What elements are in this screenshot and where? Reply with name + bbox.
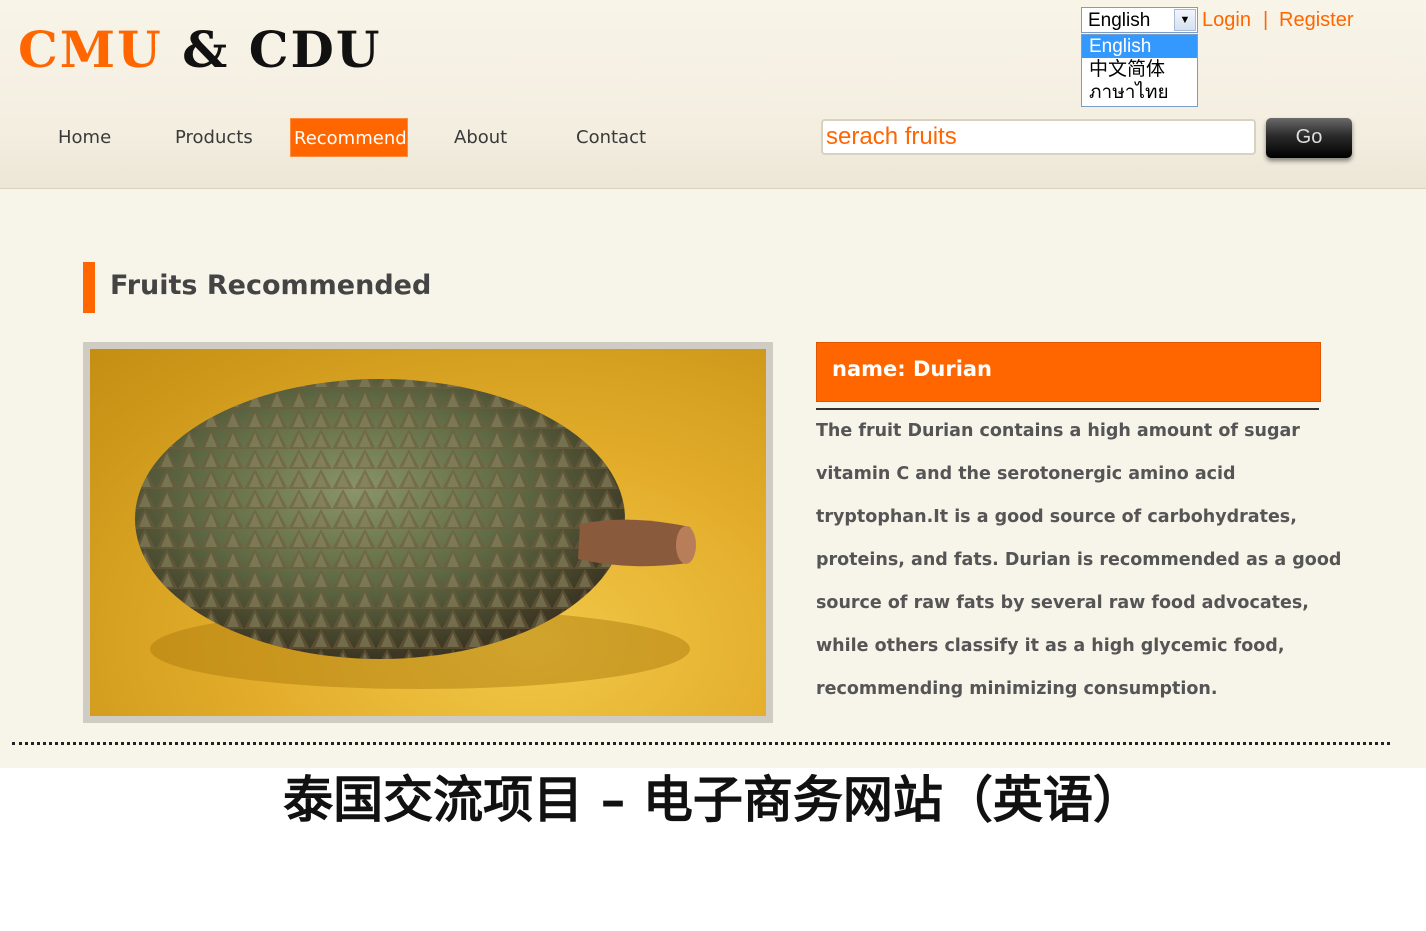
fruit-name: name: Durian: [832, 357, 993, 381]
durian-illustration: [135, 379, 696, 689]
fruit-image-frame: [83, 342, 773, 723]
fruit-name-box: name: Durian: [816, 342, 1321, 402]
description-line: source of raw fats by several raw food a…: [816, 593, 1309, 613]
register-link[interactable]: Register: [1279, 9, 1353, 32]
search-input[interactable]: serach fruits: [821, 119, 1256, 155]
description-line: vitamin C and the serotonergic amino aci…: [816, 464, 1236, 484]
description-line: recommending minimizing consumption.: [816, 679, 1218, 699]
search-go-button[interactable]: Go: [1266, 118, 1352, 158]
logo-cmu: CMU: [18, 20, 163, 79]
logo-cdu: CDU: [248, 20, 382, 79]
divider: [816, 408, 1319, 410]
nav-about[interactable]: About: [454, 118, 507, 157]
nav-recommend[interactable]: Recommend: [290, 118, 408, 157]
section-title: Fruits Recommended: [110, 270, 432, 301]
description-line: tryptophan.It is a good source of carboh…: [816, 507, 1297, 527]
description-line: proteins, and fats. Durian is recommende…: [816, 550, 1342, 570]
nav-products[interactable]: Products: [175, 118, 253, 157]
dotted-divider: [12, 742, 1390, 745]
language-option-english[interactable]: English: [1082, 35, 1197, 58]
description-line: The fruit Durian contains a high amount …: [816, 421, 1300, 441]
nav-contact[interactable]: Contact: [576, 118, 646, 157]
auth-separator: |: [1263, 9, 1269, 31]
language-dropdown-list: English 中文简体 ภาษาไทย: [1081, 34, 1198, 107]
nav-home[interactable]: Home: [58, 118, 111, 157]
durian-image[interactable]: [90, 349, 766, 716]
section-title-accent: [83, 262, 95, 313]
language-selected-value: English: [1088, 10, 1151, 31]
language-option-thai[interactable]: ภาษาไทย: [1082, 81, 1197, 104]
search-placeholder: serach fruits: [826, 123, 957, 150]
logo-ampersand: &: [182, 20, 230, 79]
language-select[interactable]: English ▼: [1081, 7, 1198, 33]
description-line: while others classify it as a high glyce…: [816, 636, 1285, 656]
caption: 泰国交流项目 – 电子商务网站（英语）: [283, 770, 1143, 829]
site-logo[interactable]: CMU & CDU: [18, 22, 382, 78]
chevron-down-icon[interactable]: ▼: [1174, 9, 1196, 31]
login-link[interactable]: Login: [1202, 9, 1251, 32]
language-option-chinese[interactable]: 中文简体: [1082, 58, 1197, 81]
